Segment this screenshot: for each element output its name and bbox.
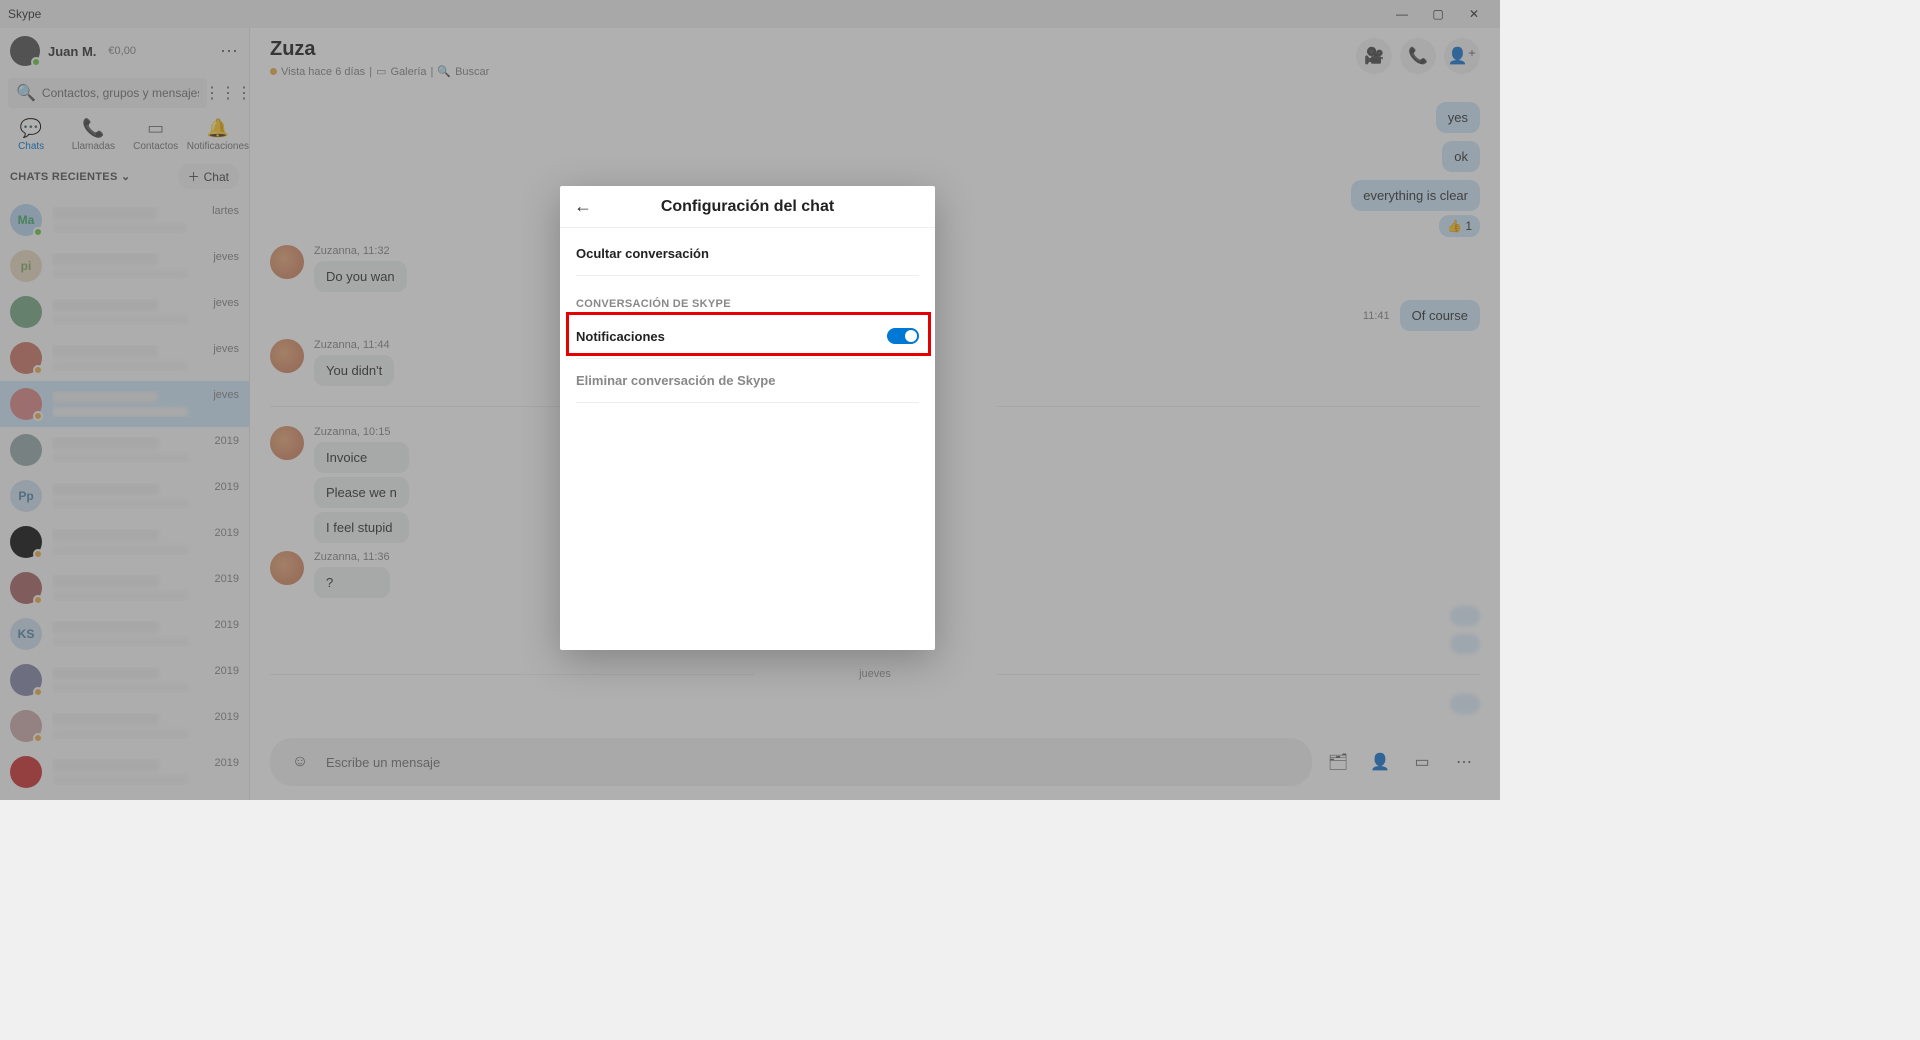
section-label: CONVERSACIÓN DE SKYPE [576, 276, 919, 314]
notifications-toggle[interactable] [887, 328, 919, 344]
chat-settings-modal: ← Configuración del chat Ocultar convers… [560, 186, 935, 650]
modal-header: ← Configuración del chat [560, 186, 935, 228]
hide-conversation-row[interactable]: Ocultar conversación [576, 232, 919, 276]
back-arrow-icon[interactable]: ← [574, 196, 598, 217]
modal-title: Configuración del chat [598, 198, 921, 216]
delete-conversation-row[interactable]: Eliminar conversación de Skype [576, 359, 919, 403]
notifications-row[interactable]: Notificaciones [576, 314, 919, 359]
notifications-label: Notificaciones [576, 329, 665, 344]
